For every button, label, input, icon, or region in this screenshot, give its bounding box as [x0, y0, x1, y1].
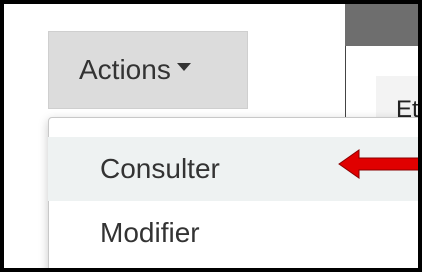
screenshot-frame: Et Actions Consulter Modifier	[0, 0, 422, 272]
menu-item-label: Modifier	[100, 217, 200, 248]
menu-item-label: Consulter	[100, 153, 220, 184]
actions-dropdown-button[interactable]: Actions	[48, 31, 248, 109]
top-bar	[345, 4, 418, 46]
actions-label: Actions	[79, 54, 171, 85]
caret-down-icon	[176, 63, 191, 71]
arrow-left-icon	[338, 149, 418, 179]
menu-item-modifier[interactable]: Modifier	[48, 201, 418, 265]
